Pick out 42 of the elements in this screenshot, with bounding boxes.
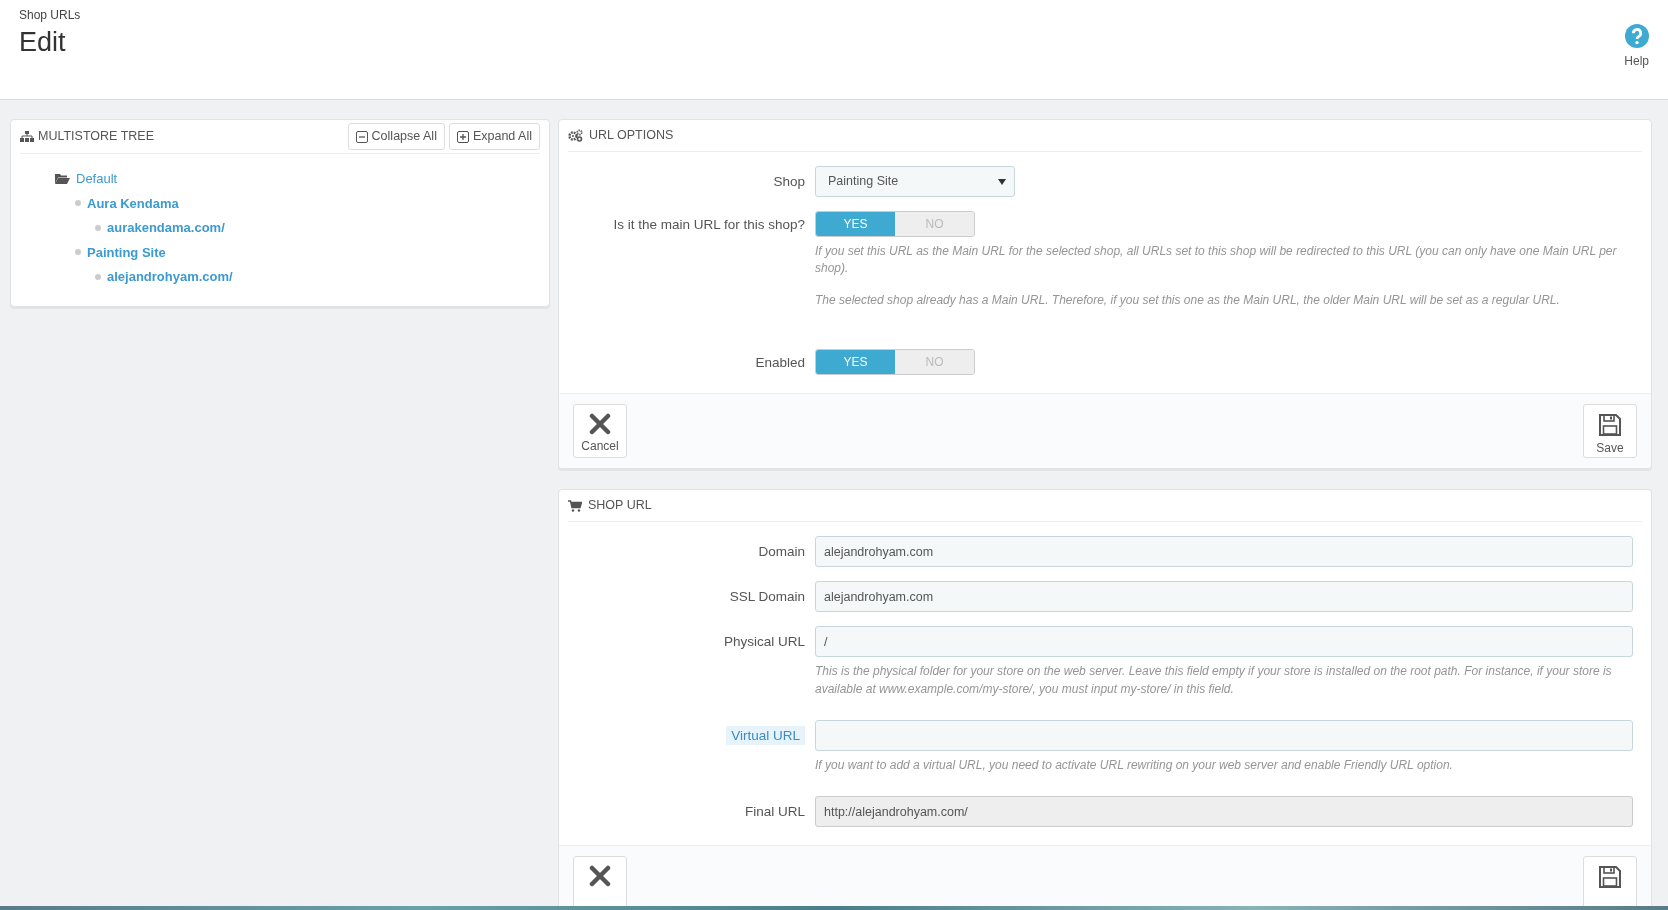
field-label: Domain (758, 544, 805, 560)
panel-heading: URL OPTIONS (589, 127, 674, 145)
collapse-all-button[interactable]: Collapse All (347, 123, 445, 150)
breadcrumb[interactable]: Shop URLs (19, 6, 81, 24)
help-text: This is the physical folder for your store on the web server. Leave this field empty if your store is installed on the root path. For instance, if your store is available at www.example.com/my-store/, you must input my-store/ in this field. (815, 663, 1613, 698)
gears-icon (568, 129, 583, 142)
help-text: The selected shop already has a Main URL. Therefore, if you set this one as the Main URL, the older Main URL will be set as a regular URL. (815, 291, 1561, 309)
expand-all-button[interactable]: Expand All (448, 123, 540, 150)
close-icon (589, 865, 611, 888)
field-label: Virtual URL (726, 725, 805, 745)
caret-icon (998, 178, 1006, 185)
help-text: If you want to add a virtual URL, you need to activate URL rewriting on your web server and enable Friendly URL option. (815, 756, 1454, 774)
input-field[interactable]: alejandrohyam.com (815, 536, 1633, 568)
cart-icon (568, 499, 582, 512)
page-title: Edit (19, 26, 67, 59)
field-label: Physical URL (723, 634, 805, 650)
field-label: Final URL (744, 804, 805, 820)
input-field[interactable]: http://alejandrohyam.com/ (815, 796, 1633, 828)
help-icon (1624, 24, 1649, 48)
field-label: SSL Domain (729, 589, 805, 605)
close-icon (589, 413, 611, 436)
input-field[interactable]: / (815, 626, 1633, 658)
folder-icon (55, 172, 70, 185)
cancel-button[interactable]: Cancel (573, 404, 627, 459)
shop-select[interactable]: Painting Site (815, 166, 1015, 197)
panel-heading: MULTISTORE TREE (38, 128, 154, 146)
plus-square-icon (456, 130, 469, 143)
input-field[interactable]: alejandrohyam.com (815, 581, 1633, 613)
bullet-icon (95, 273, 101, 280)
field-label: Shop (773, 174, 805, 189)
field-label: Enabled (755, 355, 805, 371)
bullet-icon (95, 224, 101, 231)
sitemap-icon (20, 130, 34, 143)
bullet-icon (75, 200, 81, 207)
panel-heading: SHOP URL (588, 497, 652, 515)
help-button[interactable]: Help (1624, 24, 1649, 93)
help-text: If you set this URL as the Main URL for the selected shop, all URLs set to this shop will be redirected to this URL (you can only have one Main URL per shop). (815, 243, 1618, 278)
input-field[interactable] (815, 719, 1633, 751)
bullet-icon (75, 249, 81, 256)
field-label: Is it the main URL for this shop? (613, 217, 805, 232)
save-button[interactable]: Save (1583, 404, 1637, 459)
minus-square-icon (355, 130, 368, 143)
